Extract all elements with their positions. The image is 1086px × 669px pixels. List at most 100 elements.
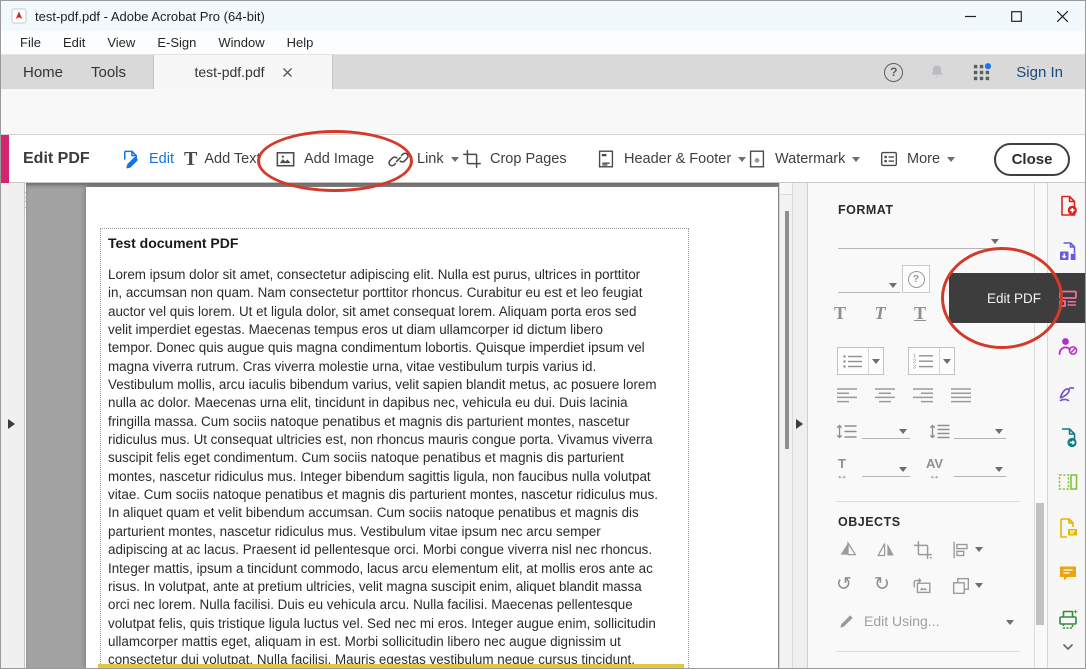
replace-image-icon[interactable]	[910, 575, 934, 597]
rotate-counterclockwise-icon[interactable]: ↺	[836, 575, 852, 594]
acrobat-window: test-pdf.pdf - Adobe Acrobat Pro (64-bit…	[0, 0, 1086, 669]
chevron-down-icon	[889, 283, 897, 288]
rotate-clockwise-icon[interactable]: ↻	[874, 575, 890, 594]
combine-files-icon[interactable]	[1056, 240, 1080, 264]
font-size-dropdown[interactable]	[838, 267, 900, 293]
close-edit-pdf-button[interactable]: Close	[994, 143, 1070, 176]
bold-button[interactable]: T	[824, 303, 856, 324]
maximize-button[interactable]	[993, 1, 1039, 31]
chevron-down-icon[interactable]	[975, 583, 983, 588]
align-justify-icon[interactable]	[950, 387, 972, 403]
window-title: test-pdf.pdf - Adobe Acrobat Pro (64-bit…	[35, 9, 265, 24]
watermark-button[interactable]: Watermark	[746, 135, 860, 183]
panel-divider	[836, 651, 1020, 652]
scrollbar-thumb[interactable]	[785, 211, 789, 449]
chevron-down-icon[interactable]	[1006, 620, 1014, 625]
flip-horizontal-icon[interactable]	[874, 539, 898, 561]
format-panel-title: FORMAT	[838, 203, 894, 217]
document-scrollbar[interactable]	[779, 183, 793, 668]
notifications-bell-icon[interactable]	[927, 62, 947, 82]
export-pdf-icon[interactable]	[1056, 426, 1080, 450]
horizontal-scale-icon: T↔	[836, 457, 848, 481]
sign-in-button[interactable]: Sign In	[1016, 64, 1063, 81]
add-text-button[interactable]: T Add Text	[184, 135, 261, 183]
left-panel-strip	[1, 183, 25, 668]
numbered-list-button[interactable]: 123	[908, 347, 955, 375]
menu-esign[interactable]: E-Sign	[146, 35, 207, 50]
format-help-button[interactable]: ?	[902, 265, 930, 293]
arrange-objects-icon[interactable]	[950, 575, 972, 597]
font-family-dropdown[interactable]	[838, 223, 1002, 249]
horizontal-scale-dropdown[interactable]	[862, 453, 910, 477]
crop-icon	[461, 148, 483, 170]
header-footer-button[interactable]: Header & Footer	[595, 135, 746, 183]
document-tab-label: test-pdf.pdf	[194, 64, 264, 80]
align-objects-icon[interactable]	[950, 539, 972, 561]
tab-home[interactable]: Home	[9, 55, 77, 89]
paragraph-spacing-dropdown[interactable]	[954, 415, 1006, 439]
menu-window[interactable]: Window	[207, 35, 275, 50]
more-tools-chevron-icon[interactable]	[1056, 641, 1080, 655]
numbered-list-icon: 123	[909, 353, 939, 369]
expand-left-panel-icon[interactable]	[8, 419, 15, 429]
scan-ocr-icon[interactable]	[1056, 608, 1080, 632]
align-left-icon[interactable]	[836, 387, 858, 403]
edit-page-pencil-icon	[119, 148, 142, 171]
create-pdf-icon[interactable]	[1056, 194, 1080, 218]
edit-pdf-toolbar-title: Edit PDF	[23, 135, 90, 183]
italic-button[interactable]: T	[864, 303, 896, 324]
align-center-icon[interactable]	[874, 387, 896, 403]
edit-using-label[interactable]: Edit Using...	[864, 613, 939, 629]
chevron-down-icon	[991, 239, 999, 244]
document-heading: Test document PDF	[108, 235, 681, 251]
app-launcher-grid-icon[interactable]	[971, 62, 992, 83]
crop-object-icon[interactable]	[912, 539, 934, 561]
close-window-button[interactable]	[1039, 1, 1085, 31]
numbered-list-dropdown[interactable]	[939, 348, 954, 374]
minimize-button[interactable]	[947, 1, 993, 31]
align-right-icon[interactable]	[912, 387, 934, 403]
pdf-page[interactable]: Test document PDF Lorem ipsum dolor sit …	[86, 187, 778, 668]
link-label: Link	[417, 151, 444, 167]
collapse-right-panel-icon[interactable]	[796, 419, 803, 429]
tab-tools[interactable]: Tools	[77, 55, 140, 89]
more-list-icon	[878, 148, 900, 170]
edit-tool-button[interactable]: Edit	[119, 135, 174, 183]
text-block-frame[interactable]: Test document PDF Lorem ipsum dolor sit …	[100, 228, 689, 669]
menu-edit[interactable]: Edit	[52, 35, 96, 50]
acrobat-logo-icon	[11, 8, 27, 24]
menu-view[interactable]: View	[96, 35, 146, 50]
panel-scrollbar-thumb[interactable]	[1036, 503, 1044, 625]
tab-document[interactable]: test-pdf.pdf	[153, 55, 333, 89]
line-spacing-dropdown[interactable]	[862, 415, 910, 439]
tools-rail	[1047, 183, 1086, 668]
organize-pages-icon[interactable]	[1056, 470, 1080, 494]
close-tab-icon[interactable]	[283, 68, 292, 77]
bulleted-list-dropdown[interactable]	[868, 348, 883, 374]
document-view-area: Test document PDF Lorem ipsum dolor sit …	[26, 183, 779, 668]
character-spacing-dropdown[interactable]	[954, 453, 1006, 477]
pencil-icon	[837, 611, 857, 631]
chevron-down-icon[interactable]	[975, 547, 983, 552]
chevron-down-icon	[852, 157, 860, 162]
fill-sign-icon[interactable]	[1056, 380, 1080, 404]
bulleted-list-button[interactable]	[837, 347, 884, 375]
quick-toolbar: 1 / 1 82.8% •••	[1, 89, 1085, 135]
more-label: More	[907, 151, 940, 167]
underline-button[interactable]: T	[904, 303, 936, 324]
send-for-comments-icon[interactable]	[1056, 516, 1080, 540]
crop-pages-button[interactable]: Crop Pages	[461, 135, 567, 183]
paragraph-spacing-icon	[929, 423, 951, 440]
request-signatures-icon[interactable]	[1056, 334, 1080, 358]
menu-file[interactable]: File	[9, 35, 52, 50]
help-icon[interactable]: ?	[884, 63, 903, 82]
flip-vertical-icon[interactable]	[836, 539, 860, 561]
annotation-circle-edit-pdf	[941, 247, 1063, 349]
svg-text:3: 3	[913, 364, 916, 369]
menu-help[interactable]: Help	[276, 35, 325, 50]
comment-rail-icon[interactable]	[1056, 562, 1080, 586]
add-text-icon: T	[184, 148, 197, 171]
chevron-down-icon	[738, 157, 746, 162]
more-dropdown-button[interactable]: More	[878, 135, 955, 183]
chevron-down-icon	[947, 157, 955, 162]
